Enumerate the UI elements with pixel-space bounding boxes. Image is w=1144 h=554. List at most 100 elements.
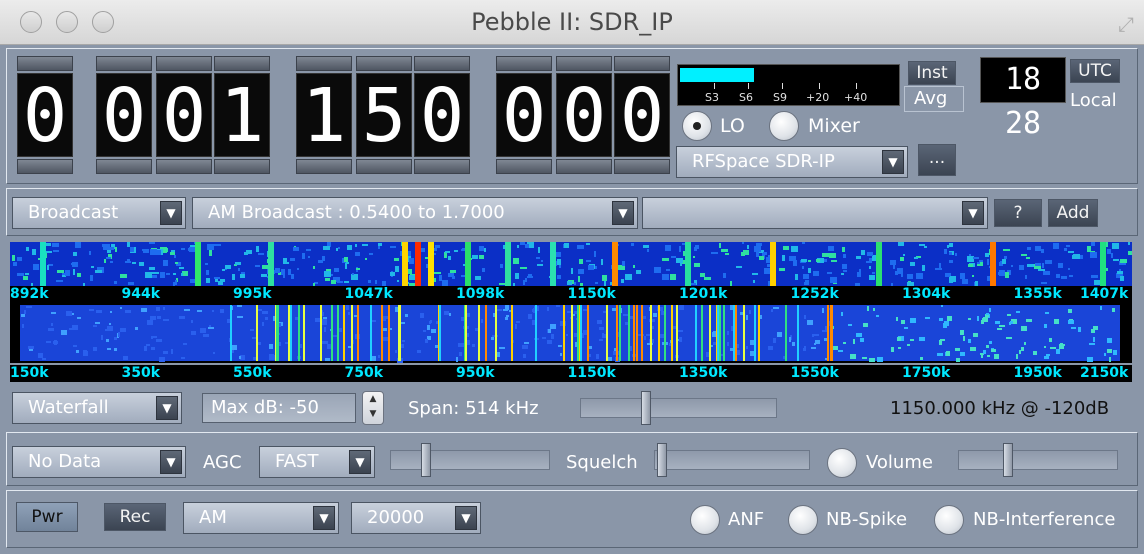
band-value: AM Broadcast : 0.5400 to 1.7000: [208, 202, 505, 223]
digit-up-button[interactable]: [214, 56, 270, 71]
squelch-slider[interactable]: [654, 443, 810, 477]
frequency-digit[interactable]: 0: [96, 56, 152, 174]
maxdb-field[interactable]: Max dB: -50: [202, 393, 356, 423]
digit-down-button[interactable]: [614, 159, 670, 174]
digit-down-button[interactable]: [556, 159, 612, 174]
display-mode-select[interactable]: Waterfall ▼: [12, 392, 182, 424]
span-slider-handle[interactable]: [641, 391, 651, 425]
axis-tick-label: 1150k: [567, 365, 616, 381]
station-select[interactable]: ▼: [642, 197, 988, 229]
device-select[interactable]: RFSpace SDR-IP ▼: [676, 146, 908, 178]
full-frequency-axis: 150k 350k 550k 750k 950k 1150k 1350k 1550k 1750k…: [10, 365, 1132, 382]
digit-value: 0: [614, 73, 670, 158]
digit-up-button[interactable]: [356, 56, 412, 71]
span-slider[interactable]: [580, 391, 777, 425]
power-button[interactable]: Pwr: [16, 502, 78, 532]
anf-radio[interactable]: [690, 505, 720, 535]
mixer-radio[interactable]: [769, 111, 799, 141]
local-button[interactable]: Local: [1070, 90, 1117, 111]
chevron-down-icon: ▼: [156, 396, 178, 420]
frequency-digit[interactable]: 0: [556, 56, 612, 174]
record-button[interactable]: Rec: [104, 503, 166, 531]
frequency-digit[interactable]: 1: [296, 56, 352, 174]
axis-tick-label: 892k: [10, 286, 49, 302]
frequency-digit[interactable]: 0: [414, 56, 470, 174]
lo-radio[interactable]: [682, 111, 712, 141]
avg-button[interactable]: Avg: [914, 88, 947, 109]
s-meter-bar: [680, 68, 755, 82]
axis-tick-label: 1350k: [679, 365, 728, 381]
control-panel: [6, 490, 1138, 548]
digit-up-button[interactable]: [17, 56, 73, 71]
axis-tick-label: 1355k: [1013, 286, 1062, 302]
s-meter-label: S9: [773, 91, 787, 104]
frequency-digit[interactable]: 0: [496, 56, 552, 174]
digit-down-button[interactable]: [96, 159, 152, 174]
frequency-digit[interactable]: 5: [356, 56, 412, 174]
digit-value: 0: [414, 73, 470, 158]
volume-slider-handle[interactable]: [1003, 443, 1013, 477]
digit-value: 0: [496, 73, 552, 158]
digit-down-button[interactable]: [414, 159, 470, 174]
digit-up-button[interactable]: [556, 56, 612, 71]
nb-interference-label: NB-Interference: [973, 509, 1116, 530]
bandwidth-select[interactable]: 20000 ▼: [351, 502, 481, 534]
nb-spike-radio[interactable]: [788, 505, 818, 535]
chevron-down-icon: ▼: [612, 201, 634, 225]
data-mode-select[interactable]: No Data ▼: [12, 446, 186, 478]
anf-label: ANF: [728, 509, 765, 530]
chevron-down-icon: ▼: [455, 506, 477, 530]
squelch-label: Squelch: [566, 452, 638, 473]
demod-mode-select[interactable]: AM ▼: [183, 502, 339, 534]
agc-slider-handle[interactable]: [421, 443, 431, 477]
clock-display: 18 28: [980, 57, 1066, 141]
volume-slider[interactable]: [958, 443, 1118, 477]
full-waterfall[interactable]: [10, 303, 1132, 363]
axis-tick-label: 550k: [233, 365, 272, 381]
fullscreen-icon[interactable]: ⤢: [1118, 12, 1134, 36]
agc-label: AGC: [203, 452, 242, 473]
agc-slider[interactable]: [390, 443, 550, 477]
bandwidth-value: 20000: [367, 507, 425, 528]
squelch-slider-handle[interactable]: [657, 443, 667, 477]
digit-down-button[interactable]: [156, 159, 212, 174]
utc-button[interactable]: UTC: [1070, 59, 1120, 83]
digit-up-button[interactable]: [156, 56, 212, 71]
agc-select[interactable]: FAST ▼: [259, 446, 375, 478]
digit-value: 5: [356, 73, 412, 158]
frequency-digit[interactable]: 0: [614, 56, 670, 174]
digit-up-button[interactable]: [296, 56, 352, 71]
digit-down-button[interactable]: [356, 159, 412, 174]
chevron-down-icon: ▼: [962, 201, 984, 225]
axis-tick-label: 1304k: [902, 286, 951, 302]
maxdb-stepper[interactable]: ▲ ▼: [362, 391, 384, 425]
digit-up-button[interactable]: [414, 56, 470, 71]
frequency-digit[interactable]: 1: [214, 56, 270, 174]
volume-radio[interactable]: [827, 448, 857, 478]
axis-tick-label: 150k: [10, 365, 49, 381]
digit-down-button[interactable]: [296, 159, 352, 174]
agc-value: FAST: [275, 451, 319, 472]
digit-down-button[interactable]: [17, 159, 73, 174]
nb-interference-radio[interactable]: [934, 505, 964, 535]
digit-up-button[interactable]: [614, 56, 670, 71]
add-button[interactable]: Add: [1048, 199, 1098, 227]
band-select[interactable]: AM Broadcast : 0.5400 to 1.7000 ▼: [192, 197, 638, 229]
s-meter-label: S6: [739, 91, 753, 104]
chevron-down-icon: ▼: [349, 450, 371, 474]
digit-down-button[interactable]: [214, 159, 270, 174]
frequency-digit[interactable]: 0: [156, 56, 212, 174]
digit-up-button[interactable]: [96, 56, 152, 71]
digit-up-button[interactable]: [496, 56, 552, 71]
span-label: Span: 514 kHz: [408, 398, 539, 419]
band-category-select[interactable]: Broadcast ▼: [12, 197, 186, 229]
display-mode-value: Waterfall: [28, 397, 109, 418]
digit-down-button[interactable]: [496, 159, 552, 174]
frequency-digit[interactable]: 0: [17, 56, 73, 174]
zoomed-waterfall[interactable]: [10, 242, 1132, 286]
inst-button[interactable]: Inst: [908, 61, 956, 85]
axis-tick-label: 1047k: [344, 286, 393, 302]
device-settings-button[interactable]: ...: [918, 144, 956, 176]
help-button[interactable]: ?: [994, 199, 1042, 227]
demod-mode-value: AM: [199, 507, 227, 528]
